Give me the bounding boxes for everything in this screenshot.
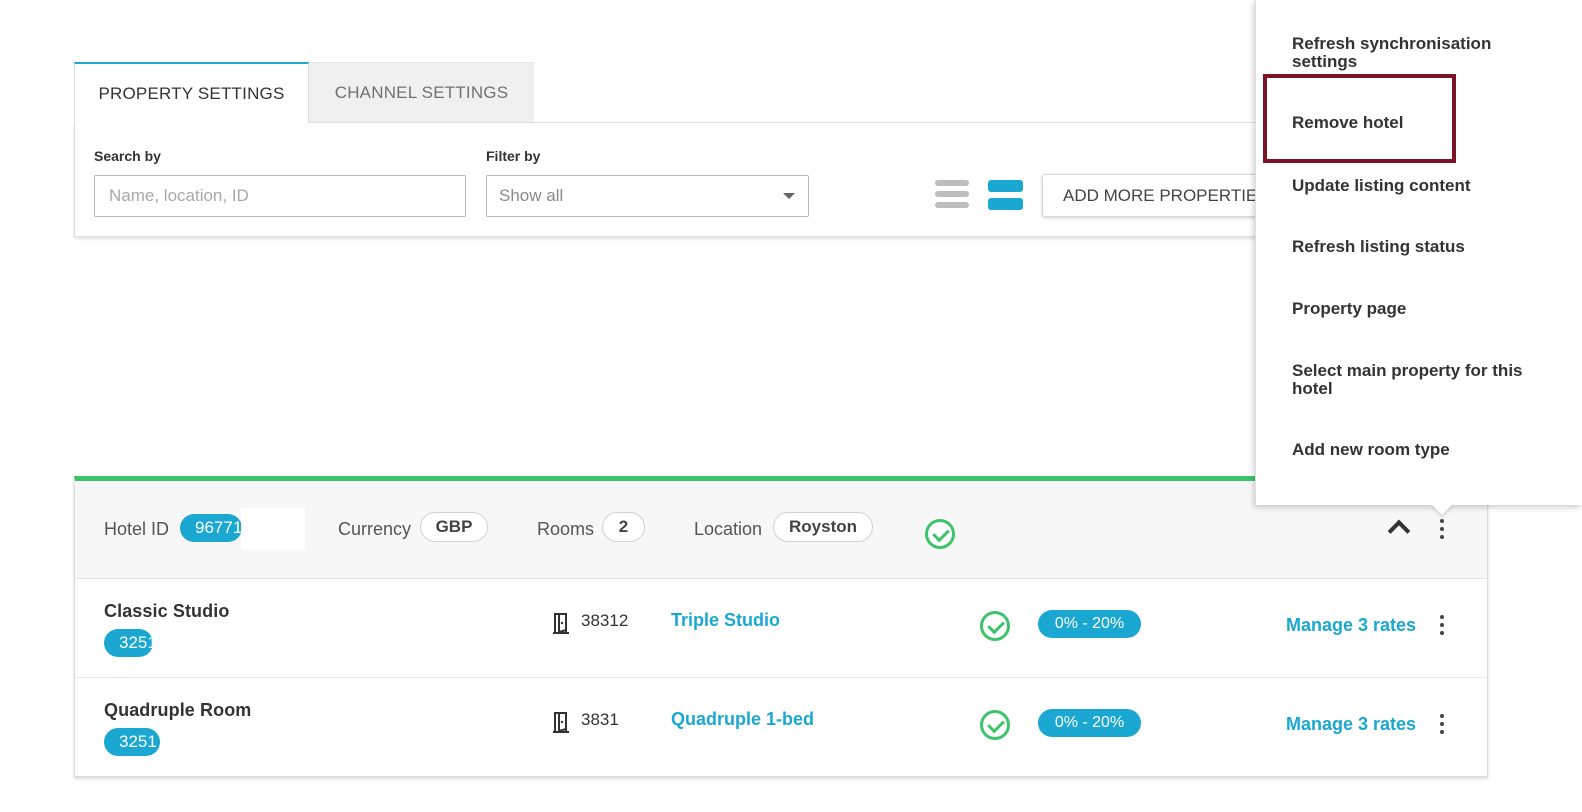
add-more-properties-button[interactable]: ADD MORE PROPERTIES: [1042, 174, 1282, 217]
room-id-badge: 3251: [104, 728, 160, 756]
filter-label: Filter by: [486, 148, 541, 164]
room-number: 38312: [581, 611, 628, 630]
card-view-icon[interactable]: [988, 180, 1023, 212]
menu-item-refresh-status[interactable]: Refresh listing status: [1292, 238, 1552, 256]
menu-item-update-content[interactable]: Update listing content: [1292, 177, 1552, 195]
room-name: Quadruple Room: [104, 700, 252, 720]
filter-select[interactable]: Show all: [486, 175, 809, 217]
room-id-badge: 3251: [104, 629, 153, 657]
redacted-area: [241, 508, 305, 550]
discount-badge: 0% - 20%: [1038, 610, 1141, 638]
room-number: 3831: [581, 710, 619, 729]
currency-badge: GBP: [420, 512, 488, 542]
manage-rates-link[interactable]: Manage 3 rates: [1286, 615, 1416, 636]
location-label: Location: [694, 519, 763, 539]
filter-select-value: Show all: [499, 186, 564, 205]
settings-tabs: PROPERTY SETTINGS CHANNEL SETTINGS: [74, 62, 534, 123]
hotel-id-label: Hotel ID: [104, 519, 170, 539]
rooms-badge: 2: [602, 512, 645, 542]
search-label: Search by: [94, 148, 161, 164]
caret-down-icon: [783, 193, 795, 199]
linked-room-link[interactable]: Quadruple 1-bed: [671, 709, 813, 730]
door-icon: [553, 613, 569, 634]
rooms-label: Rooms: [537, 519, 595, 539]
room-name: Classic Studio: [104, 601, 230, 621]
door-icon: [553, 712, 569, 733]
search-input[interactable]: [94, 175, 466, 217]
room-more-icon[interactable]: [1437, 714, 1447, 736]
list-view-icon[interactable]: [935, 180, 969, 212]
menu-item-property-page[interactable]: Property page: [1292, 300, 1552, 318]
filter-toolbar: Search by Filter by Show all ADD MORE PR…: [74, 122, 1282, 237]
room-row: Quadruple Room 3251 3831 Quadruple 1-bed…: [75, 678, 1487, 777]
check-circle-icon: [925, 519, 955, 549]
hotel-more-icon[interactable]: [1437, 519, 1447, 541]
check-circle-icon: [980, 710, 1010, 740]
discount-badge: 0% - 20%: [1038, 709, 1141, 737]
location-badge: Royston: [773, 512, 873, 542]
room-row: Classic Studio 3251 38312 Triple Studio …: [75, 579, 1487, 678]
check-circle-icon: [980, 611, 1010, 641]
hotel-card: Hotel ID 96771 Currency GBP Rooms 2 Loca…: [74, 476, 1488, 777]
chevron-up-icon[interactable]: [1387, 519, 1411, 543]
menu-item-remove-hotel[interactable]: Remove hotel: [1292, 114, 1552, 132]
currency-label: Currency: [338, 519, 412, 539]
manage-rates-link[interactable]: Manage 3 rates: [1286, 714, 1416, 735]
menu-item-select-main[interactable]: Select main property for this hotel: [1292, 362, 1552, 398]
menu-item-add-room-type[interactable]: Add new room type: [1292, 441, 1552, 459]
hotel-actions-menu: Refresh synchronisation settings Remove …: [1255, 0, 1582, 505]
linked-room-link[interactable]: Triple Studio: [671, 610, 779, 631]
menu-item-refresh-sync[interactable]: Refresh synchronisation settings: [1292, 35, 1552, 71]
tab-channel-settings[interactable]: CHANNEL SETTINGS: [309, 62, 534, 123]
tab-property-settings[interactable]: PROPERTY SETTINGS: [74, 62, 309, 123]
room-more-icon[interactable]: [1437, 615, 1447, 637]
hotel-id-badge: 96771: [180, 514, 242, 542]
